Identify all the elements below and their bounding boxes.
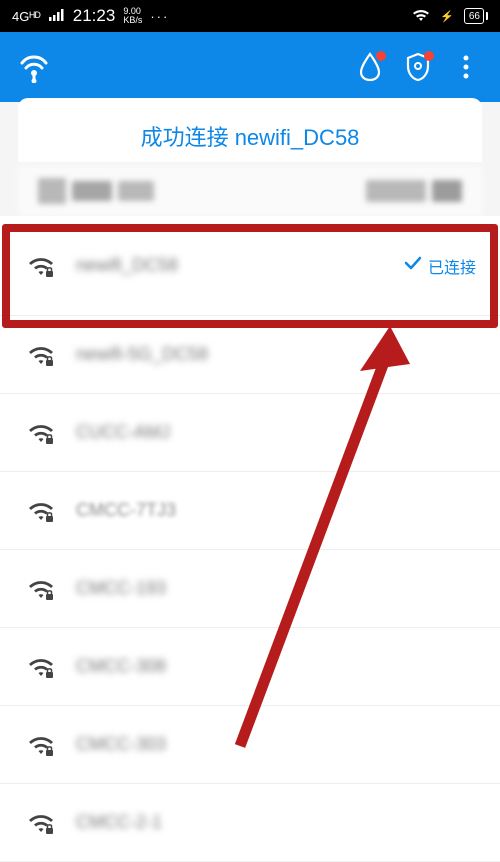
wifi-item[interactable]: CMCC-2-1 [0, 784, 500, 862]
wifi-item[interactable]: CUCC-AMJ [0, 394, 500, 472]
wifi-lock-icon [24, 420, 58, 446]
notification-dot [376, 51, 386, 61]
raindrop-button[interactable] [352, 49, 388, 85]
check-icon [404, 256, 422, 275]
charge-icon: ⚡ [440, 10, 454, 23]
wifi-status-icon [412, 8, 430, 25]
wifi-lock-icon [24, 498, 58, 524]
more-dots: ··· [150, 9, 169, 24]
wifi-item[interactable]: CMCC-193 [0, 550, 500, 628]
app-logo-icon [16, 47, 52, 88]
wifi-lock-icon [24, 810, 58, 836]
connected-badge: 已连接 [404, 254, 476, 278]
wifi-item[interactable]: CMCC-7TJ3 [0, 472, 500, 550]
wifi-name: newifi_DC58 [76, 255, 404, 276]
data-rate: 9.00 KB/s [123, 7, 142, 25]
wifi-name: CMCC-7TJ3 [76, 500, 476, 521]
wifi-lock-icon [24, 654, 58, 680]
wifi-name: CMCC-303 [76, 734, 476, 755]
wifi-name: CMCC-2-1 [76, 812, 476, 833]
wifi-lock-icon [24, 576, 58, 602]
wifi-item[interactable]: CMCC-308 [0, 628, 500, 706]
network-type: 4Gᴴᴰ [12, 9, 41, 24]
wifi-lock-icon [24, 253, 58, 279]
connection-banner-text: 成功连接 newifi_DC58 [28, 120, 472, 152]
wifi-lock-icon [24, 342, 58, 368]
battery-indicator: 66 [464, 8, 488, 24]
clock: 21:23 [73, 6, 116, 26]
wifi-name: CMCC-308 [76, 656, 476, 677]
shield-button[interactable] [400, 49, 436, 85]
notification-dot [424, 51, 434, 61]
overflow-menu-button[interactable] [448, 49, 484, 85]
wifi-name: CUCC-AMJ [76, 422, 476, 443]
app-header [0, 32, 500, 102]
connection-banner: 成功连接 newifi_DC58 [18, 98, 482, 162]
wifi-item[interactable]: CMCC-303 [0, 706, 500, 784]
signal-bars-icon [49, 9, 65, 24]
wifi-list: newifi_DC58 已连接 newifi-5G_DC58 CUCC-AMJ … [0, 216, 500, 862]
wifi-item-connected[interactable]: newifi_DC58 已连接 [0, 216, 500, 316]
ad-strip[interactable] [18, 166, 482, 216]
wifi-name: newifi-5G_DC58 [76, 344, 476, 365]
wifi-lock-icon [24, 732, 58, 758]
wifi-item[interactable]: newifi-5G_DC58 [0, 316, 500, 394]
status-bar: 4Gᴴᴰ 21:23 9.00 KB/s ··· ⚡ 66 [0, 0, 500, 32]
wifi-name: CMCC-193 [76, 578, 476, 599]
